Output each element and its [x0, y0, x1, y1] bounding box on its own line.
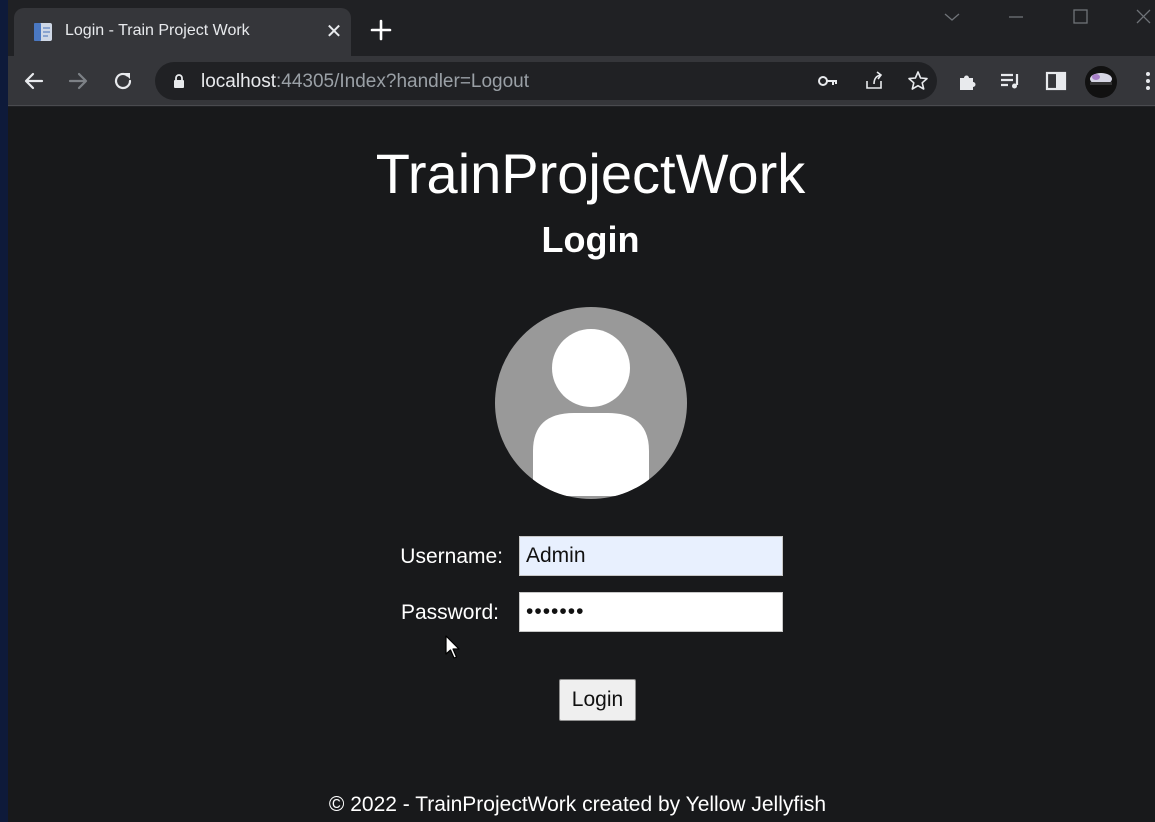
url-path: :44305/Index?handler=Logout	[276, 71, 530, 92]
maximize-icon[interactable]	[1069, 6, 1093, 28]
lock-icon[interactable]	[172, 73, 186, 89]
menu-kebab-icon[interactable]	[1136, 69, 1155, 93]
side-panel-icon[interactable]	[1044, 69, 1068, 93]
app-title: TrainProjectWork	[375, 142, 806, 205]
url-text[interactable]: localhost:44305/Index?handler=Logout	[201, 71, 529, 93]
reading-list-icon[interactable]	[998, 69, 1022, 93]
tab-login[interactable]: Login - Train Project Work ✕	[14, 8, 351, 56]
minimize-icon[interactable]	[1004, 6, 1028, 28]
share-icon[interactable]	[863, 70, 885, 92]
username-label: Username:	[400, 545, 503, 568]
bookmark-star-icon[interactable]	[907, 70, 929, 92]
profile-avatar-icon[interactable]	[1085, 66, 1117, 98]
page-heading: Login	[541, 219, 640, 260]
browser-window: Login - Train Project Work ✕ localhost:4…	[8, 0, 1155, 822]
tab-strip: Login - Train Project Work ✕	[8, 0, 1155, 56]
profile-picture-icon	[1085, 66, 1117, 98]
new-tab-icon[interactable]	[368, 17, 394, 43]
tab-close-icon[interactable]: ✕	[324, 20, 344, 44]
footer-copyright: © 2022 - TrainProjectWork created by Yel…	[328, 793, 827, 816]
url-host: localhost	[201, 71, 276, 92]
tab-search-chevron-icon[interactable]	[940, 6, 964, 28]
username-input[interactable]	[519, 536, 783, 576]
tab-title: Login - Train Project Work	[65, 22, 250, 39]
page-content: TrainProjectWork Login Username: Passwor…	[8, 107, 1155, 822]
login-button[interactable]: Login	[559, 679, 636, 721]
extensions-puzzle-icon[interactable]	[956, 69, 980, 93]
address-bar[interactable]: localhost:44305/Index?handler=Logout	[155, 62, 937, 100]
document-favicon-icon	[34, 23, 52, 41]
back-arrow-icon[interactable]	[22, 69, 46, 93]
password-input[interactable]: •••••••	[519, 592, 783, 632]
key-icon[interactable]	[817, 70, 839, 92]
user-avatar-icon	[495, 307, 687, 499]
close-window-icon[interactable]	[1132, 6, 1155, 28]
mouse-cursor-icon	[445, 635, 460, 659]
password-label: Password:	[400, 601, 499, 624]
browser-toolbar: localhost:44305/Index?handler=Logout	[8, 56, 1155, 106]
forward-arrow-icon[interactable]	[66, 69, 90, 93]
reload-icon[interactable]	[111, 69, 135, 93]
